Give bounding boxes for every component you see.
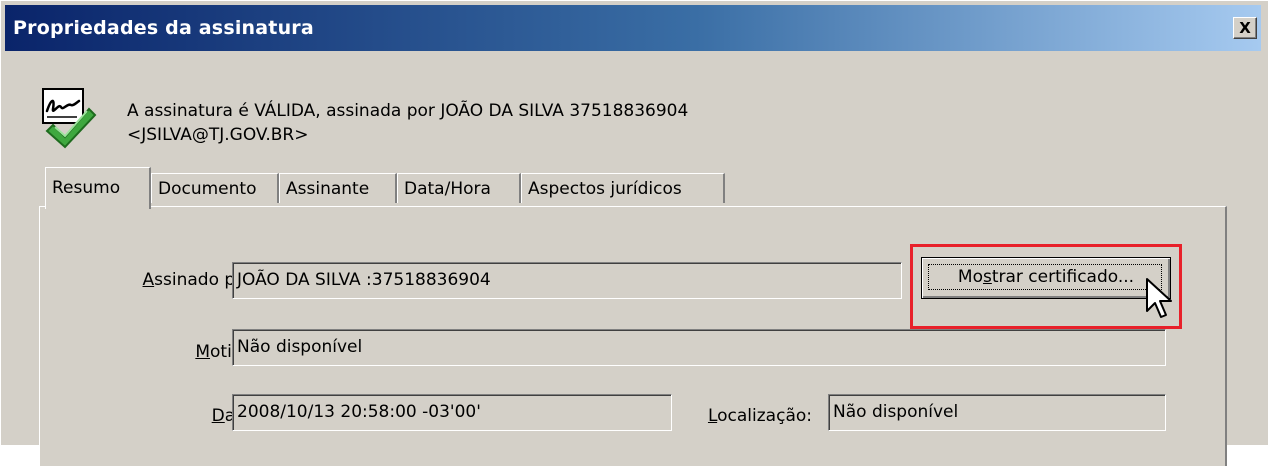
reason-field[interactable]: Não disponível bbox=[232, 329, 1166, 366]
tab-aspectos-juridicos[interactable]: Aspectos jurídicos bbox=[521, 173, 725, 203]
tab-assinante[interactable]: Assinante bbox=[279, 173, 397, 203]
close-button[interactable]: X bbox=[1233, 17, 1257, 39]
title-bar[interactable]: Propriedades da assinatura X bbox=[5, 5, 1261, 51]
signature-status-line2: <JSILVA@TJ.GOV.BR> bbox=[127, 125, 309, 145]
reason-label: Motivo: bbox=[195, 342, 258, 362]
signature-valid-icon bbox=[42, 88, 97, 149]
signature-properties-dialog: Propriedades da assinatura X A assinatur… bbox=[0, 0, 1268, 466]
signature-status-line1: A assinatura é VÁLIDA, assinada por JOÃO… bbox=[127, 101, 689, 121]
location-field[interactable]: Não disponível bbox=[828, 394, 1166, 431]
signed-by-field[interactable]: JOÃO DA SILVA :37518836904 bbox=[232, 262, 902, 299]
tab-documento[interactable]: Documento bbox=[151, 173, 279, 203]
highlight-box bbox=[910, 244, 1182, 329]
signed-by-label: Assinado por: bbox=[142, 270, 258, 290]
tab-resumo[interactable]: Resumo bbox=[45, 167, 151, 209]
date-label: Data: bbox=[211, 406, 258, 426]
window-title: Propriedades da assinatura bbox=[13, 17, 314, 39]
mouse-pointer-icon bbox=[1146, 278, 1172, 318]
tab-data-hora[interactable]: Data/Hora bbox=[397, 173, 521, 203]
date-field[interactable]: 2008/10/13 20:58:00 -03'00' bbox=[232, 394, 672, 431]
location-label: Localização: bbox=[707, 406, 812, 426]
signature-status-text: A assinatura é VÁLIDA, assinada por JOÃO… bbox=[127, 99, 688, 147]
